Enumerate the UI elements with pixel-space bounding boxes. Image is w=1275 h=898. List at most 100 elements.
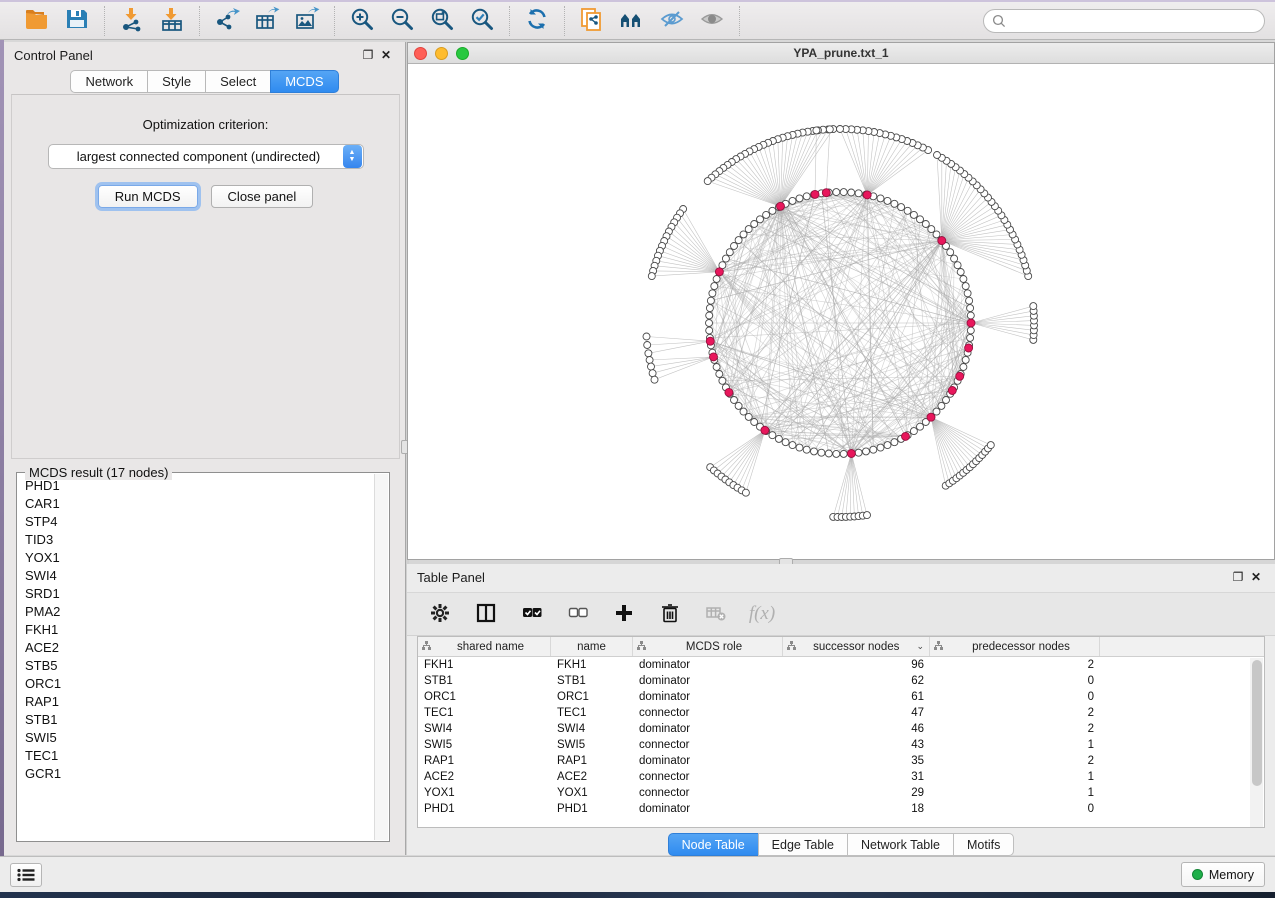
mcds-result-item[interactable]: SWI5	[18, 728, 374, 746]
first-neighbors-button[interactable]	[615, 6, 649, 36]
ring-node[interactable]	[769, 207, 776, 214]
table-row[interactable]: ACE2ACE2connector311	[418, 769, 1264, 785]
mcds-hub-node[interactable]	[927, 413, 935, 421]
satellite-node[interactable]	[813, 127, 820, 134]
ring-node[interactable]	[938, 402, 945, 409]
mcds-hub-node[interactable]	[948, 387, 956, 395]
ring-node[interactable]	[967, 305, 974, 312]
table-row[interactable]: SWI4SWI4dominator462	[418, 721, 1264, 737]
table-row[interactable]: YOX1YOX1connector291	[418, 785, 1264, 801]
search-box[interactable]	[983, 9, 1265, 33]
import-network-button[interactable]	[115, 6, 149, 36]
mcds-result-item[interactable]: PMA2	[18, 602, 374, 620]
network-canvas[interactable]	[408, 64, 1274, 559]
satellite-node[interactable]	[651, 376, 658, 383]
ring-node[interactable]	[706, 312, 713, 319]
ring-node[interactable]	[833, 450, 840, 457]
run-mcds-button[interactable]: Run MCDS	[98, 185, 198, 208]
ring-node[interactable]	[960, 276, 967, 283]
ring-node[interactable]	[740, 408, 747, 415]
ring-node[interactable]	[840, 450, 847, 457]
column-header-predecessor-nodes[interactable]: predecessor nodes	[930, 637, 1100, 656]
mcds-result-item[interactable]: PHD1	[18, 476, 374, 494]
ring-node[interactable]	[775, 435, 782, 442]
export-image-button[interactable]	[290, 6, 324, 36]
mcds-hub-node[interactable]	[863, 191, 871, 199]
satellite-node[interactable]	[646, 357, 653, 364]
ring-node[interactable]	[713, 364, 720, 371]
ring-node[interactable]	[904, 207, 911, 214]
float-table-panel-icon[interactable]: ❐	[1229, 568, 1247, 586]
ring-node[interactable]	[763, 211, 770, 218]
ring-node[interactable]	[954, 262, 961, 269]
satellite-node[interactable]	[645, 350, 652, 357]
tab-style[interactable]: Style	[147, 70, 205, 93]
ring-node[interactable]	[962, 283, 969, 290]
ring-node[interactable]	[833, 189, 840, 196]
ring-node[interactable]	[745, 226, 752, 233]
ring-node[interactable]	[960, 364, 967, 371]
ring-node[interactable]	[891, 439, 898, 446]
ring-node[interactable]	[891, 200, 898, 207]
ring-node[interactable]	[917, 216, 924, 223]
close-panel-icon[interactable]: ✕	[377, 46, 395, 64]
tab-motifs[interactable]: Motifs	[953, 833, 1014, 856]
column-header-successor-nodes[interactable]: successor nodes⌄	[783, 637, 930, 656]
table-settings-button[interactable]	[427, 601, 453, 627]
mcds-hub-node[interactable]	[761, 426, 769, 434]
ring-node[interactable]	[947, 249, 954, 256]
ring-node[interactable]	[716, 371, 723, 378]
ring-node[interactable]	[855, 190, 862, 197]
mcds-result-item[interactable]: STB1	[18, 710, 374, 728]
table-row[interactable]: FKH1FKH1dominator962	[418, 657, 1264, 673]
ring-node[interactable]	[719, 377, 726, 384]
ring-node[interactable]	[910, 211, 917, 218]
ring-node[interactable]	[706, 305, 713, 312]
ring-node[interactable]	[928, 226, 935, 233]
tab-node-table[interactable]: Node Table	[668, 833, 758, 856]
export-network-button[interactable]	[210, 6, 244, 36]
tab-network[interactable]: Network	[70, 70, 147, 93]
ring-node[interactable]	[966, 297, 973, 304]
window-minimize-icon[interactable]	[435, 47, 448, 60]
mcds-hub-node[interactable]	[956, 372, 964, 380]
ring-node[interactable]	[706, 320, 713, 327]
mcds-hub-node[interactable]	[938, 237, 946, 245]
ring-node[interactable]	[707, 297, 714, 304]
ring-node[interactable]	[731, 397, 738, 404]
ring-node[interactable]	[735, 402, 742, 409]
satellite-node[interactable]	[742, 489, 749, 496]
delete-row-button[interactable]	[657, 601, 683, 627]
tab-select[interactable]: Select	[205, 70, 270, 93]
mcds-result-item[interactable]: TEC1	[18, 746, 374, 764]
ring-node[interactable]	[967, 312, 974, 319]
open-file-button[interactable]	[20, 6, 54, 36]
satellite-node[interactable]	[648, 363, 655, 370]
ring-node[interactable]	[726, 249, 733, 256]
ring-node[interactable]	[967, 334, 974, 341]
ring-node[interactable]	[884, 197, 891, 204]
show-columns-button[interactable]	[473, 601, 499, 627]
ring-node[interactable]	[706, 327, 713, 334]
mcds-result-item[interactable]: STB5	[18, 656, 374, 674]
deselect-all-button[interactable]	[565, 601, 591, 627]
ring-node[interactable]	[731, 243, 738, 250]
satellite-node[interactable]	[1030, 303, 1037, 310]
select-all-button[interactable]	[519, 601, 545, 627]
tab-network-table[interactable]: Network Table	[847, 833, 953, 856]
ring-node[interactable]	[910, 428, 917, 435]
close-panel-button[interactable]: Close panel	[211, 185, 314, 208]
ring-node[interactable]	[711, 283, 718, 290]
table-row[interactable]: ORC1ORC1dominator610	[418, 689, 1264, 705]
mcds-hub-node[interactable]	[811, 190, 819, 198]
ring-node[interactable]	[811, 448, 818, 455]
satellite-node[interactable]	[649, 370, 656, 377]
mcds-hub-node[interactable]	[777, 202, 785, 210]
column-header-shared-name[interactable]: shared name	[418, 637, 551, 656]
mcds-result-item[interactable]: RAP1	[18, 692, 374, 710]
ring-node[interactable]	[722, 255, 729, 262]
mcds-hub-node[interactable]	[965, 344, 973, 352]
ring-node[interactable]	[962, 356, 969, 363]
ring-node[interactable]	[951, 255, 958, 262]
import-table-button[interactable]	[155, 6, 189, 36]
